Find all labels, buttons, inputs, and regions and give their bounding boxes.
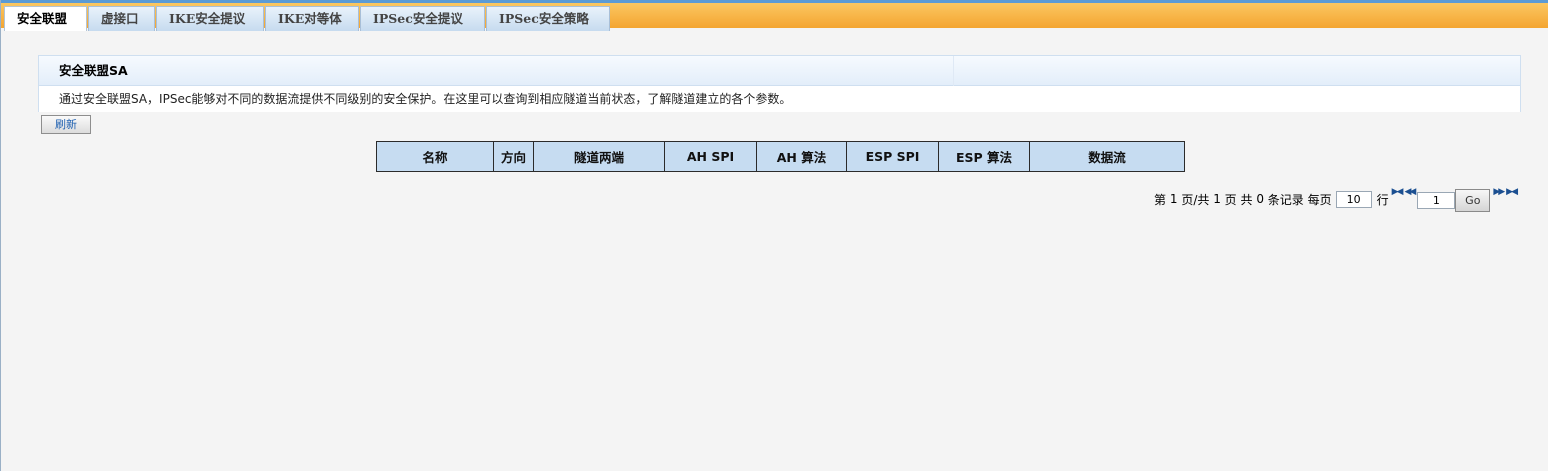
refresh-button[interactable]: 刷新 xyxy=(41,115,91,134)
previous-page-icon[interactable]: ◀◀ xyxy=(1404,187,1416,197)
column-header-name: 名称 xyxy=(376,141,494,172)
column-header-tunnel-ends: 隧道两端 xyxy=(533,141,665,172)
pager-record-count: 0 xyxy=(1256,192,1264,206)
column-header-esp-algorithm: ESP 算法 xyxy=(938,141,1030,172)
goto-page-input[interactable] xyxy=(1417,191,1456,209)
info-panel: 安全联盟SA 通过安全联盟SA，IPSec能够对不同的数据流提供不同级别的安全保… xyxy=(38,55,1521,112)
column-header-direction: 方向 xyxy=(493,141,534,172)
go-button[interactable]: Go xyxy=(1455,188,1491,212)
pager-prefix: 第 xyxy=(1154,192,1167,207)
pager-pages-label: 页 共 xyxy=(1224,192,1253,207)
pager-records-label: 条记录 每页 xyxy=(1267,192,1332,207)
rows-per-page-input[interactable] xyxy=(1335,190,1372,208)
header-divider xyxy=(953,56,954,86)
column-header-ah-spi: AH SPI xyxy=(664,141,757,172)
pager-rows-label: 行 xyxy=(1376,192,1389,207)
sa-table: 名称 方向 隧道两端 AH SPI AH 算法 ESP SPI ESP 算法 数… xyxy=(376,141,1185,172)
column-header-data-flow: 数据流 xyxy=(1029,141,1185,172)
table-header-row: 名称 方向 隧道两端 AH SPI AH 算法 ESP SPI ESP 算法 数… xyxy=(376,141,1185,172)
tab-ike-proposal[interactable]: IKE安全提议 xyxy=(156,6,264,31)
pagination: 第 1 页/共 1 页 共 0 条记录 每页 行 ▶◀ ◀◀ Go ▶▶ ▶◀ xyxy=(1154,187,1519,212)
column-header-esp-spi: ESP SPI xyxy=(846,141,939,172)
next-page-icon[interactable]: ▶▶ xyxy=(1493,187,1505,197)
panel-title: 安全联盟SA xyxy=(39,56,1520,86)
panel-description: 通过安全联盟SA，IPSec能够对不同的数据流提供不同级别的安全保护。在这里可以… xyxy=(39,86,1520,112)
tab-security-association[interactable]: 安全联盟 xyxy=(4,6,87,31)
pager-of-label: 页/共 xyxy=(1181,192,1210,207)
panel-title-text: 安全联盟SA xyxy=(59,63,128,78)
tab-bar: 安全联盟 虚接口 IKE安全提议 IKE对等体 IPSec安全提议 IPSec安… xyxy=(1,0,1548,31)
tab-ike-peer[interactable]: IKE对等体 xyxy=(265,6,359,31)
pager-current-page: 1 xyxy=(1169,192,1178,206)
pager-total-pages: 1 xyxy=(1213,192,1221,206)
tab-ipsec-policy[interactable]: IPSec安全策略 xyxy=(486,6,610,31)
first-page-icon[interactable]: ▶◀ xyxy=(1392,187,1404,197)
column-header-ah-algorithm: AH 算法 xyxy=(756,141,847,172)
last-page-icon[interactable]: ▶◀ xyxy=(1506,187,1518,197)
ipsec-sa-page: 安全联盟 虚接口 IKE安全提议 IKE对等体 IPSec安全提议 IPSec安… xyxy=(0,0,1548,471)
tab-virtual-interface[interactable]: 虚接口 xyxy=(88,6,155,31)
tab-list: 安全联盟 虚接口 IKE安全提议 IKE对等体 IPSec安全提议 IPSec安… xyxy=(4,6,611,31)
tab-ipsec-proposal[interactable]: IPSec安全提议 xyxy=(360,6,485,31)
